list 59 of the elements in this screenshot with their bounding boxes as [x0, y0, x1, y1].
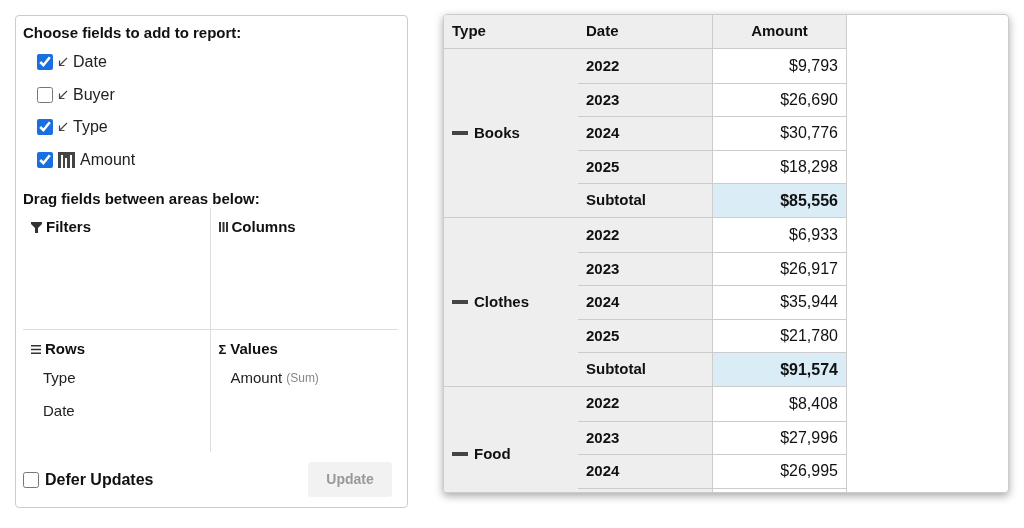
subtotal-cell: $85,556: [712, 184, 847, 217]
field-checkbox[interactable]: [37, 54, 53, 71]
amount-cell: $27,996: [712, 421, 847, 455]
date-cell: 2025: [578, 150, 712, 184]
field-checkbox[interactable]: [37, 86, 53, 103]
amount-cell: $9,793: [712, 49, 847, 83]
amount-cell: $18,298: [712, 150, 847, 184]
area-title: Filters: [46, 217, 91, 237]
field-label[interactable]: Amount: [80, 147, 136, 172]
date-cell: 2024: [578, 455, 712, 488]
amount-cell: $8,408: [712, 386, 847, 421]
area-title: Rows: [45, 339, 85, 359]
amount-cell: $26,690: [712, 83, 847, 117]
defer-updates-label[interactable]: Defer Updates: [45, 467, 154, 492]
columns-icon: [218, 222, 228, 233]
date-cell: 2023: [578, 83, 712, 117]
amount-cell: $6,933: [712, 217, 847, 252]
area-title: Values: [230, 339, 278, 359]
amount-cell: $26,917: [712, 252, 847, 286]
defer-updates-checkbox[interactable]: [23, 471, 39, 488]
filter-icon: [31, 221, 42, 233]
amount-cell: $30,776: [712, 117, 847, 150]
group-label[interactable]: Clothes: [474, 290, 529, 314]
date-cell: 2022: [578, 49, 712, 83]
subtotal-label: Subtotal: [578, 184, 712, 217]
date-cell: 2025: [578, 319, 712, 353]
amount-cell: $21,780: [712, 319, 847, 353]
field-label[interactable]: Type: [73, 115, 108, 140]
column-header: Date: [585, 21, 620, 42]
amount-cell: $35,944: [712, 286, 847, 319]
field-label[interactable]: Buyer: [73, 82, 115, 107]
arrow-icon: [58, 57, 68, 68]
bar-chart-icon: [58, 151, 75, 168]
arrow-icon: [58, 122, 68, 133]
column-header: Type: [451, 21, 487, 42]
date-cell: 2023: [578, 421, 712, 455]
arrow-icon: [58, 89, 68, 100]
subtotal-cell: $91,574: [712, 353, 847, 386]
date-cell: 2022: [578, 217, 712, 252]
field-checkbox[interactable]: [37, 151, 53, 168]
area-field[interactable]: Date: [43, 399, 75, 433]
date-cell: 2023: [578, 252, 712, 286]
area-field[interactable]: Amount (Sum): [230, 366, 319, 400]
field-label[interactable]: Date: [73, 50, 107, 75]
field-checkbox[interactable]: [37, 119, 53, 136]
date-cell: 2022: [578, 386, 712, 421]
group-label[interactable]: Books: [474, 121, 520, 145]
area-field[interactable]: Type: [43, 366, 76, 400]
sigma-icon: Σ: [218, 339, 227, 359]
amount-cell: $26,995: [712, 455, 847, 488]
group-label[interactable]: Food: [474, 442, 511, 466]
panel-title: Choose fields to add to report:: [23, 23, 243, 42]
date-cell: 2024: [578, 286, 712, 319]
column-header: Amount: [712, 15, 847, 48]
rows-icon: [31, 344, 41, 354]
areas-title: Drag fields between areas below:: [23, 189, 261, 208]
date-cell: 2024: [578, 117, 712, 150]
area-title: Columns: [231, 217, 296, 237]
subtotal-label: Subtotal: [578, 353, 712, 386]
